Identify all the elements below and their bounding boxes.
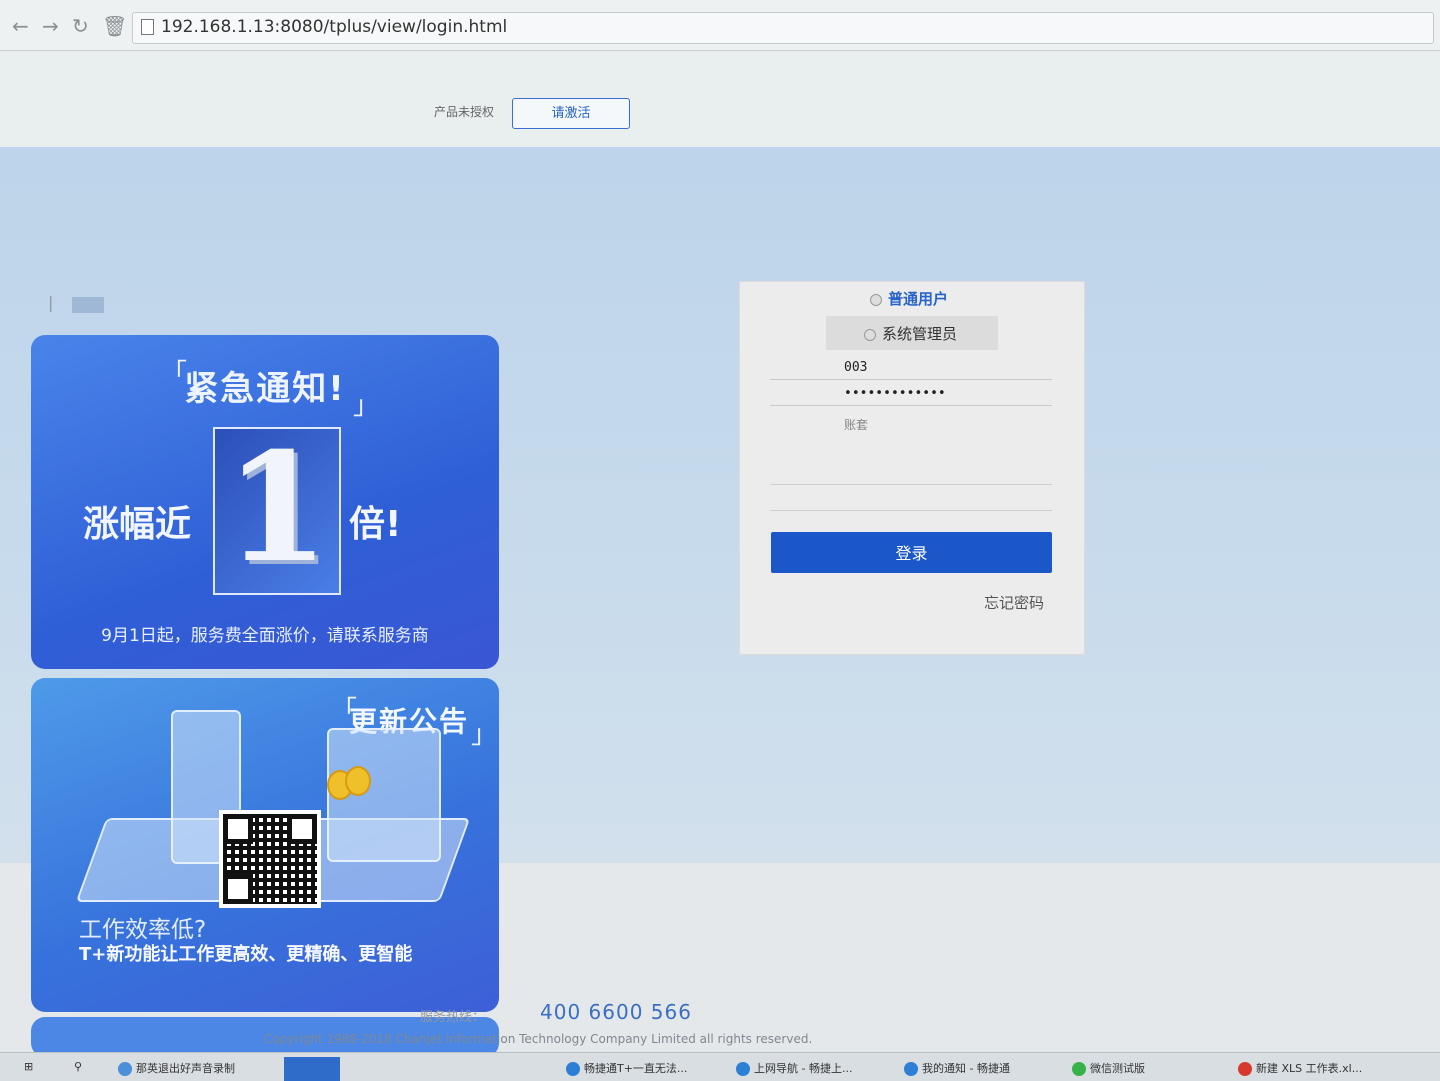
update-banner[interactable]: 「 更新公告 」 工作效率低? T+新功能让工作更高效、更精确、更智能	[31, 678, 499, 1012]
username-input[interactable]	[770, 356, 1052, 380]
notice-right-text: 倍!	[349, 504, 402, 545]
digit-box: 1	[213, 427, 341, 595]
account-field-line[interactable]	[770, 484, 1052, 485]
logo	[72, 297, 104, 313]
active-task-indicator	[284, 1057, 340, 1081]
arrow-left-icon[interactable]: ←	[12, 14, 29, 38]
browser-icon	[566, 1062, 580, 1076]
taskbar-item[interactable]: 那英退出好声音录制	[118, 1060, 235, 1076]
taskbar-item[interactable]: 上网导航 - 畅捷上...	[736, 1060, 852, 1076]
radio-icon[interactable]	[864, 328, 876, 341]
notice-title: 紧急通知!	[184, 369, 346, 409]
activate-button[interactable]: 请激活	[512, 98, 630, 129]
login-page: 产品未授权 请激活 | 「 紧急通知! 」 涨幅近 1 倍! 9月1日起，服务费…	[0, 51, 1440, 1057]
password-input[interactable]	[770, 382, 1052, 406]
browser-icon	[118, 1062, 132, 1076]
browser-toolbar: ← → ↻ 🗑 192.168.1.13:8080/tplus/view/log…	[0, 0, 1440, 51]
qr-finder	[223, 874, 253, 904]
search-icon[interactable]: ⚲	[74, 1060, 82, 1073]
notice-banner[interactable]: 「 紧急通知! 」 涨幅近 1 倍! 9月1日起，服务费全面涨价，请联系服务商	[31, 335, 499, 669]
top-strip: 产品未授权 请激活	[0, 51, 1440, 147]
qr-finder	[287, 814, 317, 844]
notice-left-text: 涨幅近	[83, 504, 192, 545]
trash-icon[interactable]: 🗑	[102, 14, 127, 38]
notice-digit: 1	[224, 420, 330, 596]
login-button[interactable]: 登录	[771, 532, 1052, 573]
role-normal-label: 普通用户	[888, 290, 949, 308]
reload-icon[interactable]: ↻	[72, 14, 89, 38]
bracket-close-icon: 」	[353, 391, 380, 421]
hotline-number: 400 6600 566	[540, 1000, 692, 1024]
login-panel: 普通用户 系统管理员 账套 登录 忘记密码	[739, 281, 1085, 655]
update-subtitle: 工作效率低?	[79, 917, 207, 943]
browser-icon	[904, 1062, 918, 1076]
role-admin-option[interactable]: 系统管理员	[864, 323, 957, 344]
url-text: 192.168.1.13:8080/tplus/view/login.html	[161, 17, 508, 37]
page-icon	[141, 19, 154, 35]
taskbar-item[interactable]: 畅捷通T+一直无法...	[566, 1060, 687, 1076]
unauthorized-text: 产品未授权	[434, 105, 495, 119]
bracket-close-icon: 」	[471, 720, 498, 750]
taskbar-item[interactable]: 微信测试版	[1072, 1060, 1145, 1076]
taskbar: ⊞ ⚲ 那英退出好声音录制 畅捷通T+一直无法... 上网导航 - 畅捷上...…	[0, 1052, 1440, 1081]
field-divider	[770, 510, 1052, 511]
spreadsheet-icon	[1238, 1062, 1252, 1076]
taskbar-item[interactable]: 新建 XLS 工作表.xl...	[1238, 1060, 1362, 1076]
qr-code	[219, 810, 321, 908]
wechat-icon	[1072, 1062, 1086, 1076]
copyright-text: Copyright 1988-2018 Chanjet Information …	[264, 1032, 813, 1046]
qr-finder	[223, 814, 253, 844]
update-description: T+新功能让工作更高效、更精确、更智能	[79, 944, 413, 965]
radio-icon[interactable]	[870, 293, 882, 306]
role-admin-label: 系统管理员	[882, 325, 958, 343]
hotline-label: 服务热线：	[420, 1010, 486, 1025]
account-label: 账套	[844, 418, 869, 432]
logo-mark-icon: |	[48, 293, 54, 312]
coin-icon	[345, 766, 371, 796]
address-bar[interactable]: 192.168.1.13:8080/tplus/view/login.html	[132, 12, 1434, 44]
browser-icon	[736, 1062, 750, 1076]
notice-footer: 9月1日起，服务费全面涨价，请联系服务商	[101, 626, 429, 646]
start-icon[interactable]: ⊞	[24, 1060, 33, 1073]
taskbar-item[interactable]: 我的通知 - 畅捷通	[904, 1060, 1010, 1076]
forgot-password-link[interactable]: 忘记密码	[984, 592, 1044, 613]
arrow-right-icon[interactable]: →	[42, 14, 59, 38]
role-normal-option[interactable]: 普通用户	[870, 288, 948, 309]
